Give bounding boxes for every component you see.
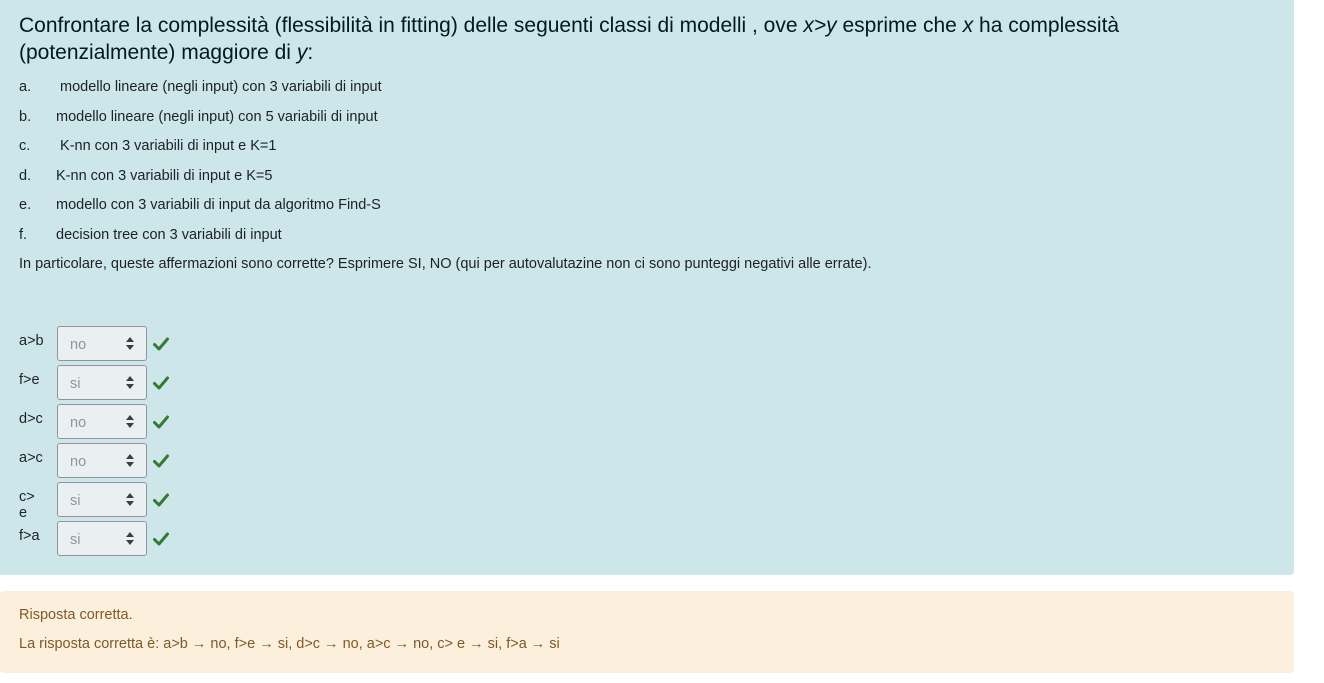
checkmark-icon	[153, 532, 169, 546]
feedback-status: Risposta corretta.	[19, 607, 133, 623]
option-letter: c.	[19, 138, 31, 154]
option-text: K-nn con 3 variabili di input e K=5	[56, 167, 273, 184]
updown-arrows-icon	[126, 415, 134, 428]
select-value: no	[70, 454, 87, 470]
select-value: no	[70, 415, 87, 431]
checkmark-icon	[153, 337, 169, 351]
answer-row-label: a>c	[19, 450, 43, 466]
feedback-right-answer: La risposta corretta è: a>b → no, f>e → …	[19, 636, 560, 652]
answer-row-label: c> e	[19, 489, 35, 521]
checkmark-icon	[153, 493, 169, 507]
title-variable-y: y	[296, 41, 308, 64]
feedback-panel: Risposta corretta. La risposta corretta …	[0, 591, 1294, 673]
list-item: f. decision tree con 3 variabili di input	[19, 226, 382, 256]
updown-arrows-icon	[126, 337, 134, 350]
answer-row-label: f>e	[19, 372, 40, 388]
updown-arrows-icon	[126, 493, 134, 506]
title-variable-x: x	[962, 14, 974, 37]
answer-select[interactable]: no	[57, 443, 147, 478]
question-prompt: In particolare, queste affermazioni sono…	[19, 256, 872, 272]
title-variable-xy: x>y	[803, 14, 837, 37]
list-item: c. K-nn con 3 variabili di input e K=1	[19, 137, 382, 167]
title-text-part: Confrontare la complessità (flessibilità…	[19, 14, 804, 37]
updown-arrows-icon	[126, 454, 134, 467]
option-text: modello lineare (negli input) con 3 vari…	[56, 79, 382, 95]
checkmark-icon	[153, 376, 169, 390]
answer-select[interactable]: no	[57, 326, 147, 361]
updown-arrows-icon	[126, 376, 134, 389]
answer-select[interactable]: no	[57, 404, 147, 439]
option-letter: b.	[19, 108, 32, 125]
list-item: d. K-nn con 3 variabili di input e K=5	[19, 167, 382, 197]
model-class-list: a. modello lineare (negli input) con 3 v…	[19, 78, 382, 255]
list-item: b. modello lineare (negli input) con 5 va…	[19, 108, 382, 138]
answer-row-label: f>a	[19, 528, 40, 544]
select-value: si	[70, 532, 81, 548]
updown-arrows-icon	[126, 532, 134, 545]
option-letter: a.	[19, 79, 32, 95]
answer-select[interactable]: si	[57, 521, 147, 556]
list-item: e. modello con 3 variabili di input da al…	[19, 196, 382, 226]
option-text: K-nn con 3 variabili di input e K=1	[56, 138, 277, 154]
option-text: modello lineare (negli input) con 5 vari…	[56, 108, 378, 125]
answer-row-label: a>b	[19, 333, 44, 349]
option-letter: e.	[19, 197, 32, 213]
checkmark-icon	[153, 454, 169, 468]
answer-select[interactable]: si	[57, 482, 147, 517]
select-value: si	[70, 493, 81, 509]
title-text-part: esprime che	[836, 14, 963, 37]
select-value: si	[70, 376, 81, 392]
option-letter: d.	[19, 167, 32, 184]
question-title: Confrontare la complessità (flessibilità…	[19, 12, 1259, 66]
list-item: a. modello lineare (negli input) con 3 v…	[19, 78, 382, 108]
option-text: modello con 3 variabili di input da algo…	[56, 197, 381, 213]
answer-row-label: d>c	[19, 411, 43, 427]
option-text: decision tree con 3 variabili di input	[56, 226, 282, 243]
question-text-panel: Confrontare la complessità (flessibilità…	[0, 0, 1294, 575]
answer-select[interactable]: si	[57, 365, 147, 400]
select-value: no	[70, 337, 87, 353]
option-letter: f.	[19, 226, 28, 243]
title-text-part: :	[307, 41, 314, 64]
checkmark-icon	[153, 415, 169, 429]
